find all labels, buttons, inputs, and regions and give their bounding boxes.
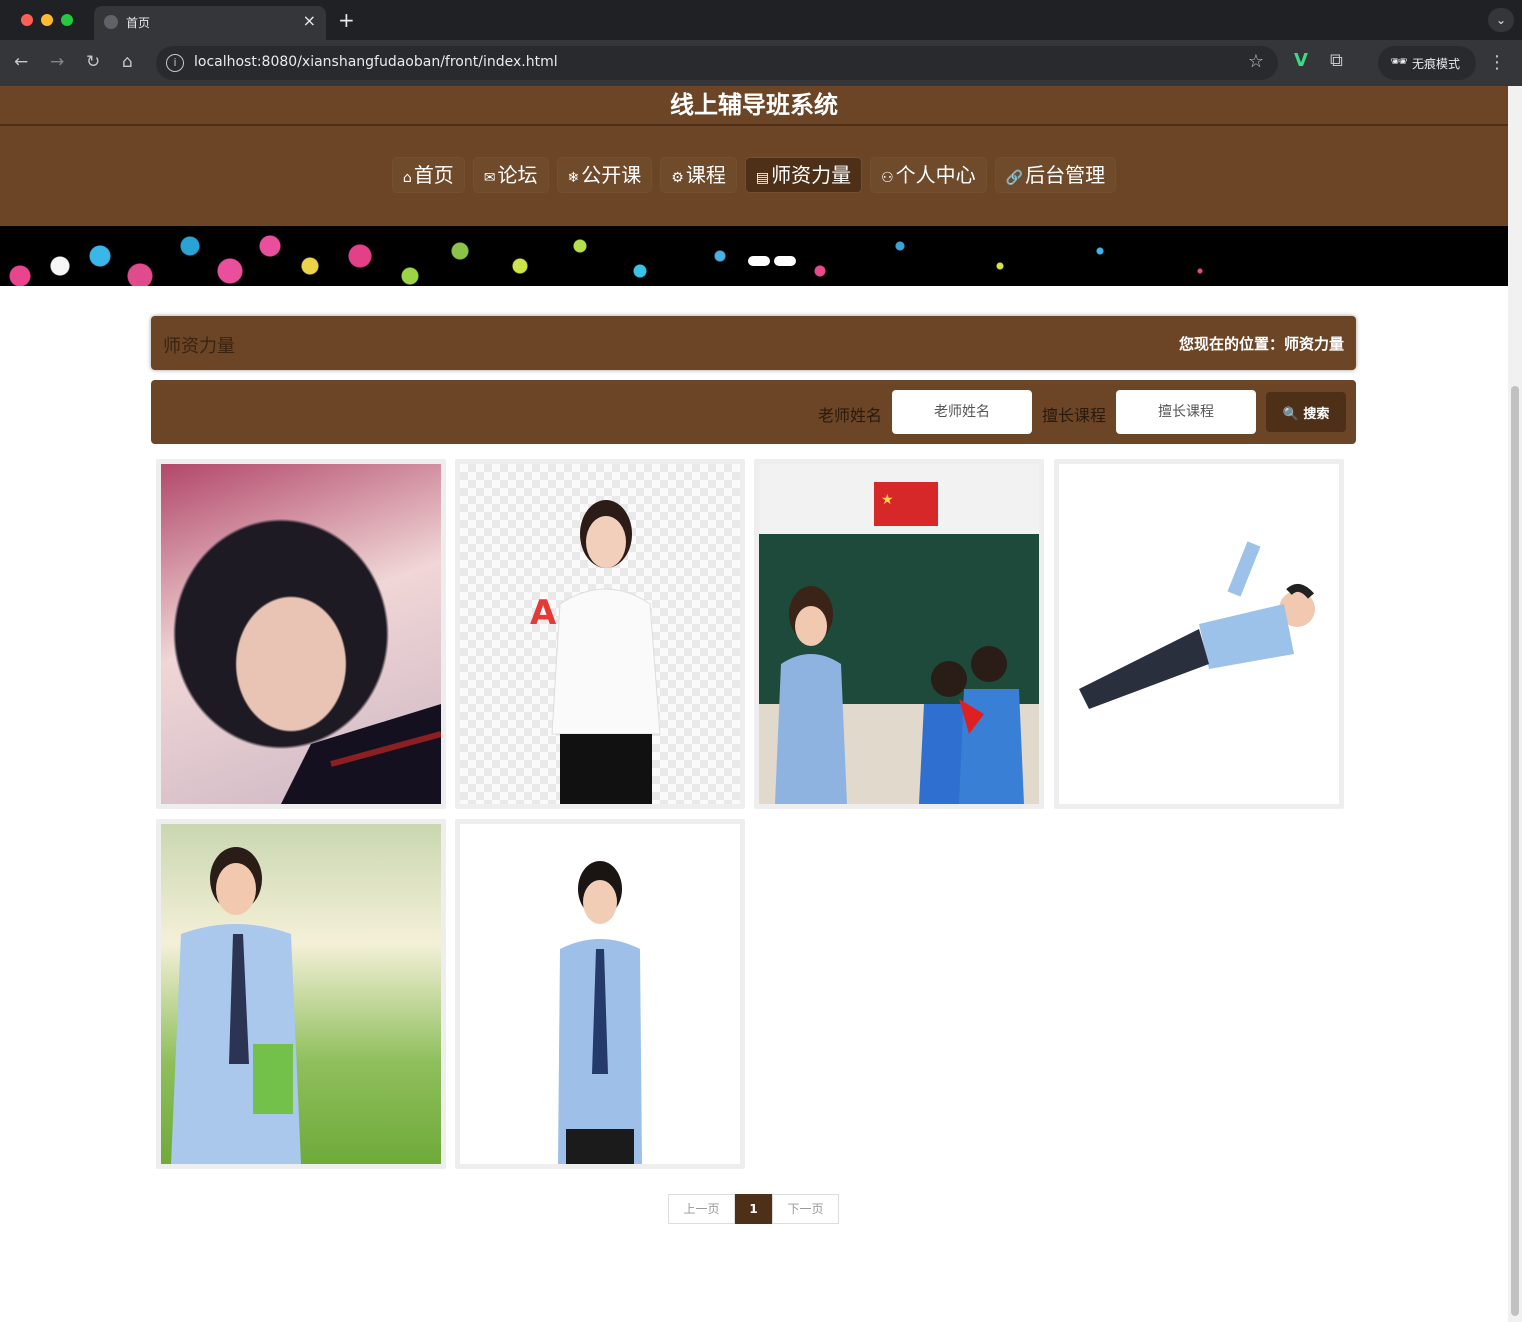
home-browser-icon[interactable]: ⌂: [122, 52, 133, 72]
incognito-label: 无痕模式: [1412, 57, 1461, 71]
nav-item-label: 课程: [685, 163, 726, 187]
section-title: 师资力量: [163, 336, 235, 357]
teacher-photo-3: ★: [759, 464, 1039, 804]
carousel-indicator-1[interactable]: [748, 256, 770, 266]
nav-item-4[interactable]: ⚙ 课程: [661, 158, 736, 192]
link-icon: 🔗: [1005, 170, 1024, 186]
forward-icon[interactable]: →: [50, 52, 64, 72]
tab-bar: 首页 × + ⌄: [0, 0, 1522, 40]
calendar-icon: ▤: [755, 170, 770, 186]
nav-item-label: 后台管理: [1025, 163, 1106, 187]
incognito-indicator[interactable]: 🕶 无痕模式: [1378, 46, 1476, 80]
pagination: 上一页 1 下一页: [668, 1194, 839, 1224]
current-page[interactable]: 1: [735, 1194, 772, 1224]
bookmark-star-icon[interactable]: ☆: [1248, 51, 1264, 72]
nav-item-label: 公开课: [581, 163, 642, 187]
nav-item-3[interactable]: ❄ 公开课: [557, 158, 652, 192]
teacher-photo-1: [161, 464, 441, 804]
nav-item-7[interactable]: 🔗 后台管理: [995, 158, 1116, 192]
maximize-window-button[interactable]: [61, 14, 73, 26]
user-icon: ⚇: [881, 170, 894, 186]
teacher-photo-4: [1059, 464, 1339, 804]
teacher-name-label: 老师姓名: [818, 406, 883, 425]
nav-item-label: 首页: [413, 163, 454, 187]
teacher-name-input[interactable]: [892, 390, 1032, 434]
teacher-card-3[interactable]: ★: [754, 459, 1044, 809]
tab-search-button[interactable]: ⌄: [1488, 8, 1514, 32]
nav-item-2[interactable]: ✉ 论坛: [473, 158, 548, 192]
page-scrollbar[interactable]: [1508, 86, 1522, 1322]
main-nav: ⌂ 首页 ✉ 论坛 ❄ 公开课 ⚙ 课程 ▤ 师资力量 ⚇ 个人中心 🔗 后台管理: [0, 126, 1508, 226]
nav-item-5[interactable]: ▤ 师资力量: [745, 158, 862, 192]
close-tab-icon[interactable]: ×: [303, 11, 316, 30]
browser-toolbar: ← → ↻ ⌂ i localhost:8080/xianshangfudaob…: [0, 40, 1522, 86]
section-header: 师资力量 您现在的位置：师资力量: [151, 316, 1356, 370]
home-icon: ⌂: [402, 170, 412, 186]
globe-icon: [104, 15, 118, 29]
svg-text:★: ★: [881, 492, 894, 508]
back-icon[interactable]: ←: [14, 52, 28, 72]
teacher-card-1[interactable]: [156, 459, 446, 809]
new-tab-button[interactable]: +: [338, 8, 355, 32]
close-window-button[interactable]: [21, 14, 33, 26]
vue-devtools-icon[interactable]: V: [1294, 50, 1308, 71]
course-input[interactable]: [1116, 390, 1256, 434]
teacher-photo-6: [460, 824, 740, 1164]
tab-title: 首页: [126, 16, 151, 30]
incognito-icon: 🕶: [1390, 54, 1408, 70]
search-button-label: 搜索: [1303, 406, 1330, 422]
page-viewport: 线上辅导班系统 ⌂ 首页 ✉ 论坛 ❄ 公开课 ⚙ 课程 ▤ 师资力量 ⚇ 个人中心 🔗 后台管理 师资力…: [0, 86, 1508, 1322]
mail-icon: ✉: [483, 170, 496, 186]
scrollbar-thumb[interactable]: [1511, 386, 1519, 1316]
nav-item-label: 论坛: [497, 163, 538, 187]
svg-text:A: A: [530, 593, 557, 633]
breadcrumb: 您现在的位置：师资力量: [1178, 335, 1344, 353]
url-text: localhost:8080/xianshangfudaoban/front/i…: [194, 54, 558, 70]
snowflake-icon: ❄: [567, 170, 580, 186]
nav-list: ⌂ 首页 ✉ 论坛 ❄ 公开课 ⚙ 课程 ▤ 师资力量 ⚇ 个人中心 🔗 后台管理: [0, 158, 1508, 192]
browser-tab[interactable]: 首页 ×: [94, 6, 326, 40]
extensions-icon[interactable]: ⧉: [1330, 50, 1343, 71]
banner-image: [0, 226, 1300, 286]
search-bar: 老师姓名 擅长课程 🔍 搜索: [151, 380, 1356, 444]
minimize-window-button[interactable]: [41, 14, 53, 26]
reload-icon[interactable]: ↻: [86, 52, 100, 72]
next-page-button[interactable]: 下一页: [772, 1194, 839, 1224]
address-bar[interactable]: i localhost:8080/xianshangfudaoban/front…: [156, 46, 1278, 80]
nav-item-label: 师资力量: [771, 163, 852, 187]
teacher-photo-5: [161, 824, 441, 1164]
browser-chrome: 首页 × + ⌄ ← → ↻ ⌂ i localhost:8080/xiansh…: [0, 0, 1522, 86]
nav-item-6[interactable]: ⚇ 个人中心: [871, 158, 986, 192]
teacher-card-4[interactable]: [1054, 459, 1344, 809]
search-button[interactable]: 🔍 搜索: [1266, 392, 1346, 432]
nav-item-1[interactable]: ⌂ 首页: [392, 158, 464, 192]
teacher-photo-2: A: [460, 464, 740, 804]
teacher-card-6[interactable]: [455, 819, 745, 1169]
course-label: 擅长课程: [1042, 406, 1107, 425]
teacher-card-5[interactable]: [156, 819, 446, 1169]
carousel-indicator-2[interactable]: [774, 256, 796, 266]
gear-icon: ⚙: [671, 170, 684, 186]
prev-page-button[interactable]: 上一页: [668, 1194, 735, 1224]
search-icon: 🔍: [1282, 406, 1299, 422]
banner-carousel: [0, 226, 1508, 286]
browser-menu-icon[interactable]: ⋮: [1488, 52, 1506, 73]
nav-item-label: 个人中心: [895, 163, 976, 187]
site-info-icon[interactable]: i: [166, 54, 184, 72]
teacher-card-2[interactable]: A: [455, 459, 745, 809]
site-title: 线上辅导班系统: [0, 86, 1508, 126]
